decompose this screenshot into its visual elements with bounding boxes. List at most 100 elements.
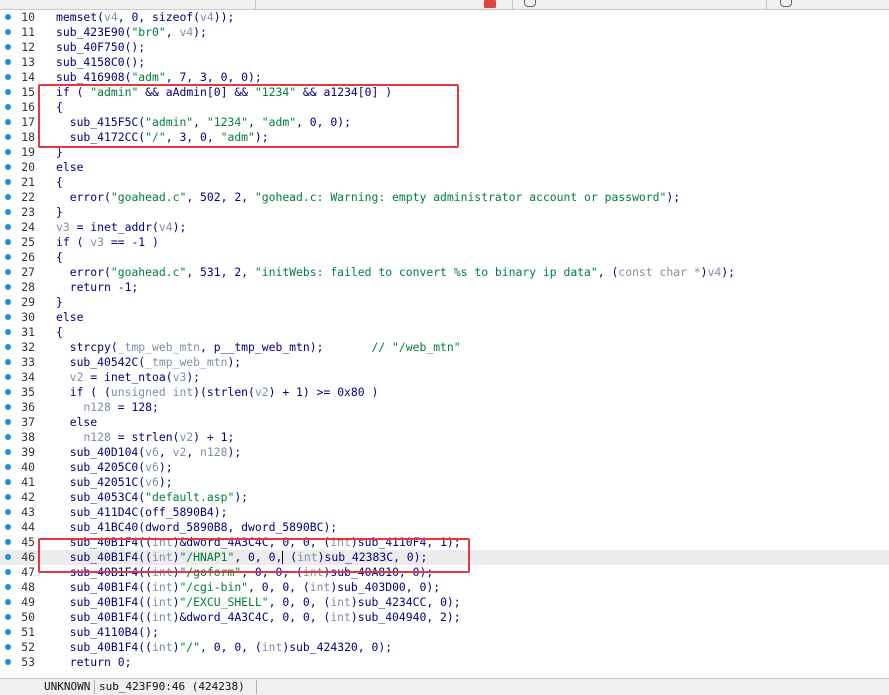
breakpoint-dot-icon[interactable] (5, 89, 11, 95)
code-line[interactable]: 48 sub_40B1F4((int)"/cgi-bin", 0, 0, (in… (0, 580, 889, 595)
breakpoint-dot-icon[interactable] (5, 344, 11, 350)
code-line[interactable]: 30 else (0, 310, 889, 325)
code-text[interactable]: n128 = strlen(v2) + 1; (56, 430, 234, 445)
close-tab-icon[interactable] (484, 0, 496, 8)
code-text[interactable]: return 0; (56, 655, 132, 670)
breakpoint-dot-icon[interactable] (5, 299, 11, 305)
code-line[interactable]: 33 sub_40542C(_tmp_web_mtn); (0, 355, 889, 370)
code-text[interactable]: sub_40B1F4((int)"/cgi-bin", 0, 0, (int)s… (56, 580, 440, 595)
code-text[interactable]: else (56, 160, 83, 175)
code-line[interactable]: 51 sub_4110B4(); (0, 625, 889, 640)
code-text[interactable]: sub_42051C(v6); (56, 475, 173, 490)
breakpoint-dot-icon[interactable] (5, 14, 11, 20)
code-text[interactable]: { (56, 250, 63, 265)
code-line[interactable]: 25 if ( v3 == -1 ) (0, 235, 889, 250)
breakpoint-dot-icon[interactable] (5, 329, 11, 335)
code-text[interactable]: v2 = inet_ntoa(v3); (56, 370, 200, 385)
breakpoint-dot-icon[interactable] (5, 539, 11, 545)
code-text[interactable]: error("goahead.c", 531, 2, "initWebs: fa… (56, 265, 735, 280)
code-line[interactable]: 35 if ( (unsigned int)(strlen(v2) + 1) >… (0, 385, 889, 400)
breakpoint-dot-icon[interactable] (5, 554, 11, 560)
code-text[interactable]: else (56, 310, 83, 325)
code-line[interactable]: 49 sub_40B1F4((int)"/EXCU_SHELL", 0, 0, … (0, 595, 889, 610)
code-text[interactable]: v3 = inet_addr(v4); (56, 220, 186, 235)
code-text[interactable]: else (56, 415, 97, 430)
code-line[interactable]: 22 error("goahead.c", 502, 2, "gohead.c:… (0, 190, 889, 205)
breakpoint-dot-icon[interactable] (5, 464, 11, 470)
breakpoint-dot-icon[interactable] (5, 59, 11, 65)
code-line[interactable]: 11 sub_423E90("br0", v4); (0, 25, 889, 40)
code-line[interactable]: 53 return 0; (0, 655, 889, 670)
code-text[interactable]: { (56, 175, 63, 190)
code-line[interactable]: 13 sub_4158C0(); (0, 55, 889, 70)
breakpoint-dot-icon[interactable] (5, 479, 11, 485)
breakpoint-dot-icon[interactable] (5, 644, 11, 650)
breakpoint-dot-icon[interactable] (5, 359, 11, 365)
code-text[interactable]: if ( (unsigned int)(strlen(v2) + 1) >= 0… (56, 385, 379, 400)
breakpoint-dot-icon[interactable] (5, 224, 11, 230)
breakpoint-dot-icon[interactable] (5, 449, 11, 455)
breakpoint-dot-icon[interactable] (5, 29, 11, 35)
code-line[interactable]: 28 return -1; (0, 280, 889, 295)
code-line[interactable]: 31 { (0, 325, 889, 340)
code-text[interactable]: } (56, 295, 63, 310)
breakpoint-dot-icon[interactable] (5, 584, 11, 590)
code-text[interactable]: error("goahead.c", 502, 2, "gohead.c: Wa… (56, 190, 680, 205)
breakpoint-dot-icon[interactable] (5, 599, 11, 605)
code-text[interactable]: return -1; (56, 280, 139, 295)
code-line[interactable]: 43 sub_411D4C(off_5890B4); (0, 505, 889, 520)
breakpoint-dot-icon[interactable] (5, 524, 11, 530)
code-line[interactable]: 42 sub_4053C4("default.asp"); (0, 490, 889, 505)
code-line[interactable]: 26 { (0, 250, 889, 265)
hex-view-tab-icon[interactable] (524, 0, 536, 7)
code-text[interactable]: sub_416908("adm", 7, 3, 0, 0); (56, 70, 262, 85)
code-line[interactable]: 29} (0, 295, 889, 310)
code-text[interactable]: sub_4205C0(v6); (56, 460, 173, 475)
code-line[interactable]: 44 sub_41BC40(dword_5890B8, dword_5890BC… (0, 520, 889, 535)
code-line[interactable]: 41 sub_42051C(v6); (0, 475, 889, 490)
breakpoint-dot-icon[interactable] (5, 494, 11, 500)
code-text[interactable]: sub_411D4C(off_5890B4); (56, 505, 228, 520)
breakpoint-dot-icon[interactable] (5, 314, 11, 320)
code-line[interactable]: 23} (0, 205, 889, 220)
code-line[interactable]: 20 else (0, 160, 889, 175)
code-line[interactable]: 50 sub_40B1F4((int)&dword_4A3C4C, 0, 0, … (0, 610, 889, 625)
code-line[interactable]: 27 error("goahead.c", 531, 2, "initWebs:… (0, 265, 889, 280)
breakpoint-dot-icon[interactable] (5, 284, 11, 290)
code-text[interactable]: sub_4110B4(); (56, 625, 159, 640)
code-line[interactable]: 39 sub_40D104(v6, v2, n128); (0, 445, 889, 460)
breakpoint-dot-icon[interactable] (5, 164, 11, 170)
breakpoint-dot-icon[interactable] (5, 614, 11, 620)
breakpoint-dot-icon[interactable] (5, 239, 11, 245)
code-text[interactable]: if ( v3 == -1 ) (56, 235, 159, 250)
code-line[interactable]: 37 else (0, 415, 889, 430)
breakpoint-dot-icon[interactable] (5, 434, 11, 440)
code-text[interactable]: sub_40D104(v6, v2, n128); (56, 445, 241, 460)
breakpoint-dot-icon[interactable] (5, 509, 11, 515)
code-text[interactable]: sub_40F750(); (56, 40, 145, 55)
breakpoint-dot-icon[interactable] (5, 74, 11, 80)
code-line[interactable]: 38 n128 = strlen(v2) + 1; (0, 430, 889, 445)
code-line[interactable]: 40 sub_4205C0(v6); (0, 460, 889, 475)
code-text[interactable]: } (56, 205, 63, 220)
code-line[interactable]: 36 n128 = 128; (0, 400, 889, 415)
breakpoint-dot-icon[interactable] (5, 404, 11, 410)
breakpoint-dot-icon[interactable] (5, 269, 11, 275)
code-line[interactable]: 34 v2 = inet_ntoa(v3); (0, 370, 889, 385)
code-line[interactable]: 12 sub_40F750(); (0, 40, 889, 55)
structures-tab-icon[interactable] (780, 0, 792, 7)
code-text[interactable]: sub_40B1F4((int)&dword_4A3C4C, 0, 0, (in… (56, 610, 461, 625)
breakpoint-dot-icon[interactable] (5, 149, 11, 155)
code-text[interactable]: sub_4053C4("default.asp"); (56, 490, 248, 505)
breakpoint-dot-icon[interactable] (5, 119, 11, 125)
breakpoint-dot-icon[interactable] (5, 44, 11, 50)
code-text[interactable]: sub_40542C(_tmp_web_mtn); (56, 355, 241, 370)
code-line[interactable]: 32 strcpy(_tmp_web_mtn, p__tmp_web_mtn);… (0, 340, 889, 355)
code-text[interactable]: strcpy(_tmp_web_mtn, p__tmp_web_mtn); //… (56, 340, 461, 355)
breakpoint-dot-icon[interactable] (5, 659, 11, 665)
code-text[interactable]: sub_41BC40(dword_5890B8, dword_5890BC); (56, 520, 337, 535)
breakpoint-dot-icon[interactable] (5, 374, 11, 380)
code-text[interactable]: sub_40B1F4((int)"/EXCU_SHELL", 0, 0, (in… (56, 595, 461, 610)
code-line[interactable]: 52 sub_40B1F4((int)"/", 0, 0, (int)sub_4… (0, 640, 889, 655)
breakpoint-dot-icon[interactable] (5, 254, 11, 260)
